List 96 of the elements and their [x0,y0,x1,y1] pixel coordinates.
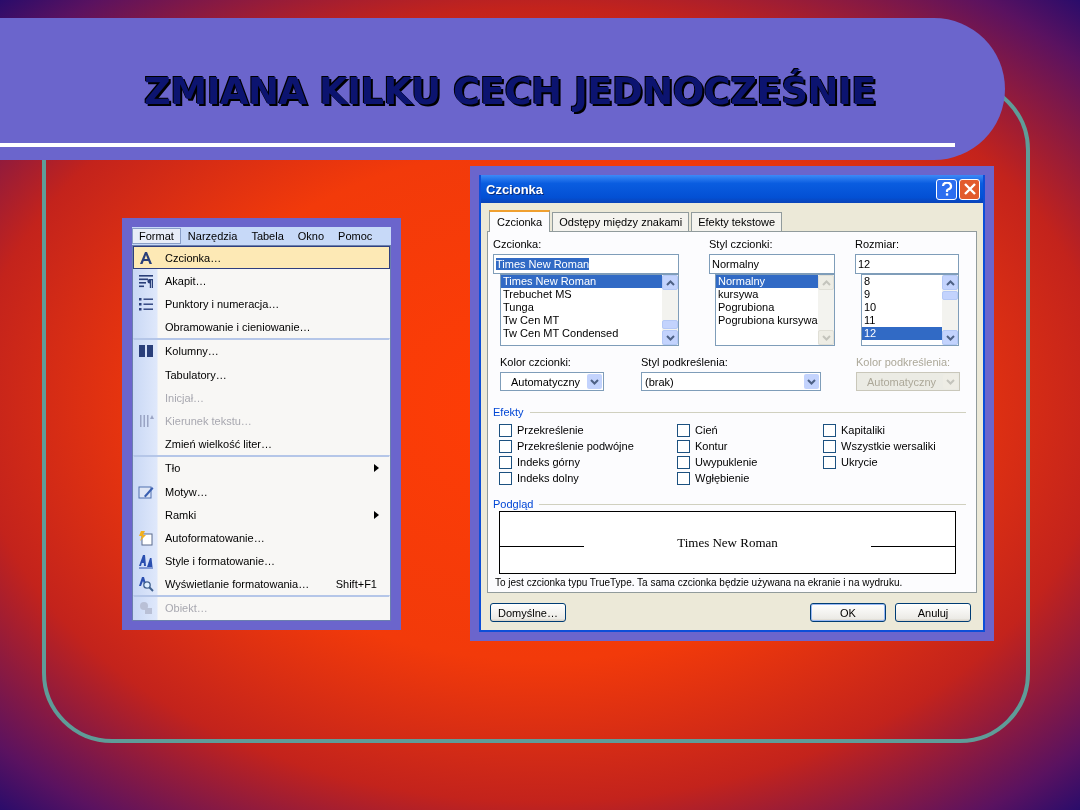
checkbox[interactable]: Wgłębienie [677,470,823,486]
close-button[interactable] [959,178,980,200]
list-item[interactable]: Tunga [501,301,662,314]
chevron-up-icon [821,279,831,286]
tab[interactable]: Odstępy między znakami [552,212,690,231]
list-item[interactable]: 8 [862,275,942,288]
list-item[interactable]: Pogrubiona [716,301,818,314]
menu-item[interactable]: Czcionka… [133,246,390,269]
field-label: Kolor czcionki: [500,356,572,370]
submenu-arrow-icon [374,510,379,519]
field-label: Czcionka: [493,238,543,252]
help-button[interactable] [936,178,957,200]
checkbox[interactable]: Indeks dolny [499,470,677,486]
dialog-button[interactable]: OK [810,603,886,622]
bullet-list-icon [138,295,154,312]
menu-item[interactable]: Zmień wielkość liter… [133,432,390,455]
scroll-thumb[interactable] [662,320,678,329]
list-item[interactable]: 12 [862,327,942,340]
dialog-button[interactable]: Domyślne… [490,603,566,622]
checkbox[interactable]: Przekreślenie podwójne [499,438,677,454]
columns-icon [138,343,154,359]
theme-icon [138,483,154,500]
list-item[interactable]: Tw Cen MT Condensed [501,327,662,340]
checkbox[interactable]: Kontur [677,438,823,454]
list-item[interactable]: kursywa [716,288,818,301]
font-icon [138,249,154,266]
menu-item[interactable]: Style i formatowanie… [133,549,390,572]
scrollbar[interactable] [662,275,678,345]
list-item[interactable]: 9 [862,288,942,301]
checkbox[interactable]: Cień [677,422,823,438]
scroll-down-button[interactable] [662,330,678,345]
checkbox[interactable]: Kapitaliki [823,422,936,438]
menu-item[interactable]: Motyw… [133,480,390,503]
scrollbar[interactable] [942,275,958,345]
paragraph-icon [138,272,154,289]
input-field[interactable]: 12 [855,254,959,274]
checkbox[interactable]: Indeks górny [499,454,677,470]
menu-item[interactable]: Wyświetlanie formatowania… Shift+F1 [133,572,390,595]
scroll-up-button[interactable] [942,275,958,290]
field-label: Styl podkreślenia: [641,356,729,370]
input-field[interactable]: Normalny [709,254,835,274]
scroll-down-button[interactable] [942,330,958,345]
list-item[interactable]: Pogrubiona kursywa [716,314,818,327]
magnifier-icon [138,575,154,592]
menu-bar-item[interactable]: Tabela [244,228,291,244]
checkbox[interactable]: Wszystkie wersaliki [823,438,936,454]
chevron-up-icon [665,279,675,286]
chevron-down-icon [821,334,831,341]
field-label: Styl czcionki: [709,238,774,252]
list-item[interactable]: Times New Roman [501,275,662,288]
object-icon [138,600,154,616]
list-item[interactable]: Trebuchet MS [501,288,662,301]
menu-bar-item[interactable]: Narzędzia [180,228,245,244]
checkbox[interactable]: Uwypuklenie [677,454,823,470]
tab[interactable]: Efekty tekstowe [691,212,783,231]
checkbox[interactable]: Ukrycie [823,454,936,470]
list-item[interactable]: 10 [862,301,942,314]
dropdown[interactable]: (brak) [641,372,821,391]
menu-item[interactable]: Tabulatory… [133,363,390,386]
list-item[interactable]: Tw Cen MT [501,314,662,327]
slide-title: ZMIANA KILKU CECH JEDNOCZEŚNIE [143,68,877,113]
field-label: Kolor podkreślenia: [856,356,952,370]
scroll-up-button[interactable] [662,275,678,290]
menu-item[interactable]: Punktory i numeracja… [133,292,390,315]
field-label: Rozmiar: [855,238,900,252]
menu-bar-item[interactable]: Format [132,228,181,244]
menu-item[interactable]: Ramki [133,503,390,526]
autoformat-icon [138,529,154,546]
menu-item[interactable]: Tło [133,455,390,480]
checkbox[interactable]: Przekreślenie [499,422,677,438]
tab[interactable]: Czcionka [489,210,551,232]
dropdown[interactable]: Automatyczny [500,372,604,391]
list-item[interactable]: 11 [862,314,942,327]
dialog-title: Czcionka [486,181,545,197]
group-title: Efekty [493,406,524,418]
scroll-thumb[interactable] [942,291,958,300]
preview-text: Times New Roman [676,534,779,551]
info-text: To jest czcionka typu TrueType. Ta sama czcionka będzie używana na ekranie i na wydruku. [495,577,904,588]
chevron-down-icon [945,334,955,341]
group-title: Podgląd [493,498,534,510]
menu-item[interactable]: Akapit… [133,269,390,292]
text-direction-icon [138,412,154,429]
chevron-down-icon [665,334,675,341]
menu-item[interactable]: Obramowanie i cieniowanie… [133,315,390,338]
menu-bar-item[interactable]: Okno [290,228,332,244]
input-field[interactable]: Times New Roman [493,254,679,274]
help-icon [940,182,953,196]
list-item[interactable]: Normalny [716,275,818,288]
close-icon [963,183,976,195]
menu-item[interactable]: Autoformatowanie… [133,526,390,549]
styles-icon [138,552,154,569]
chevron-up-icon [945,279,955,286]
submenu-arrow-icon [374,464,379,472]
dialog-button[interactable]: Anuluj [895,603,971,622]
menu-bar-item[interactable]: Pomoc [331,228,380,244]
menu-item[interactable]: Kolumny… [133,338,390,363]
